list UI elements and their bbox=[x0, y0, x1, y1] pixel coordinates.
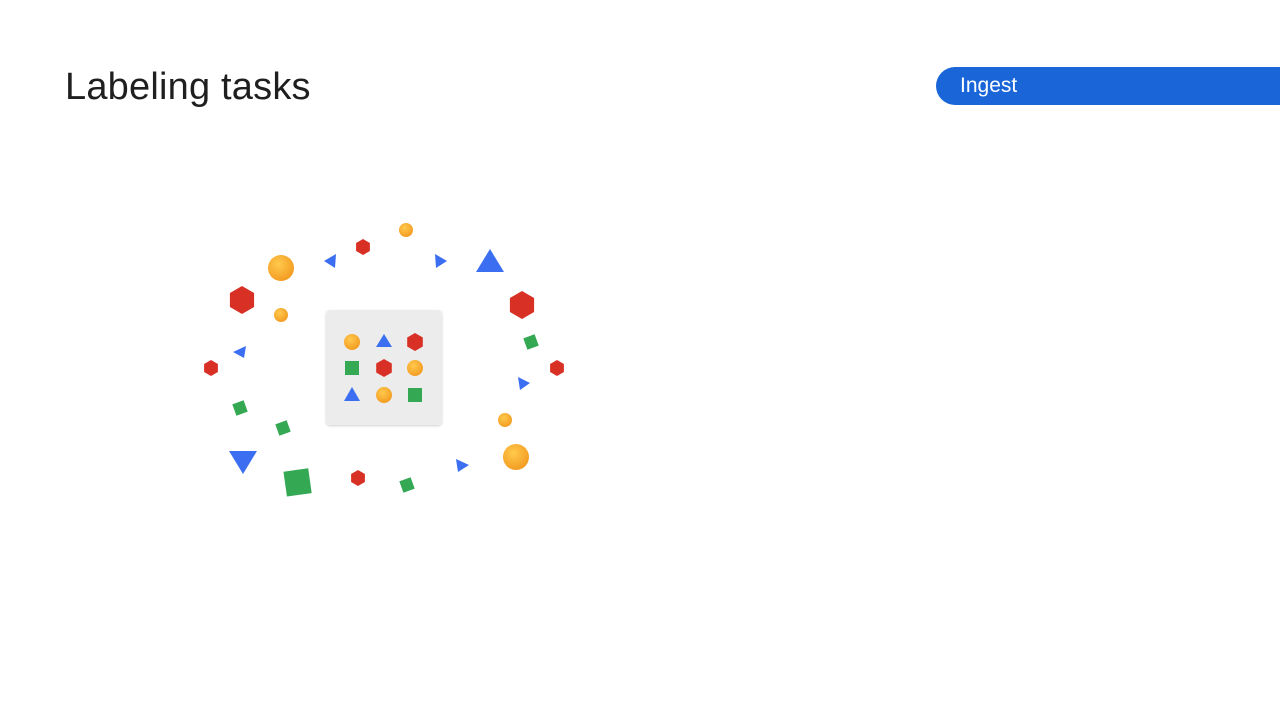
labeling-illustration bbox=[204, 223, 564, 497]
orange-circle-icon bbox=[274, 308, 288, 322]
green-square-icon bbox=[399, 477, 415, 493]
red-hexagon-icon bbox=[229, 286, 255, 314]
blue-triangle-icon bbox=[456, 459, 469, 472]
orange-circle-icon bbox=[503, 444, 529, 470]
blue-triangle-icon bbox=[233, 346, 246, 358]
blue-triangle-icon bbox=[229, 451, 257, 474]
red-hexagon-icon bbox=[351, 470, 365, 486]
green-square-icon bbox=[283, 468, 312, 497]
green-square-icon bbox=[275, 420, 291, 436]
red-hexagon-icon bbox=[204, 360, 218, 376]
red-hexagon-icon bbox=[509, 291, 535, 319]
blue-triangle-icon bbox=[518, 377, 530, 390]
blue-triangle-icon bbox=[324, 254, 336, 268]
green-square-icon bbox=[523, 334, 539, 350]
orange-circle-icon bbox=[399, 223, 413, 237]
blue-triangle-icon bbox=[435, 254, 447, 268]
blue-triangle-icon bbox=[476, 249, 504, 272]
orange-circle-icon bbox=[268, 255, 294, 281]
orange-circle-icon bbox=[498, 413, 512, 427]
slide: Labeling tasks Ingest bbox=[0, 0, 1280, 720]
green-square-icon bbox=[232, 400, 248, 416]
red-hexagon-icon bbox=[550, 360, 564, 376]
red-hexagon-icon bbox=[356, 239, 370, 255]
